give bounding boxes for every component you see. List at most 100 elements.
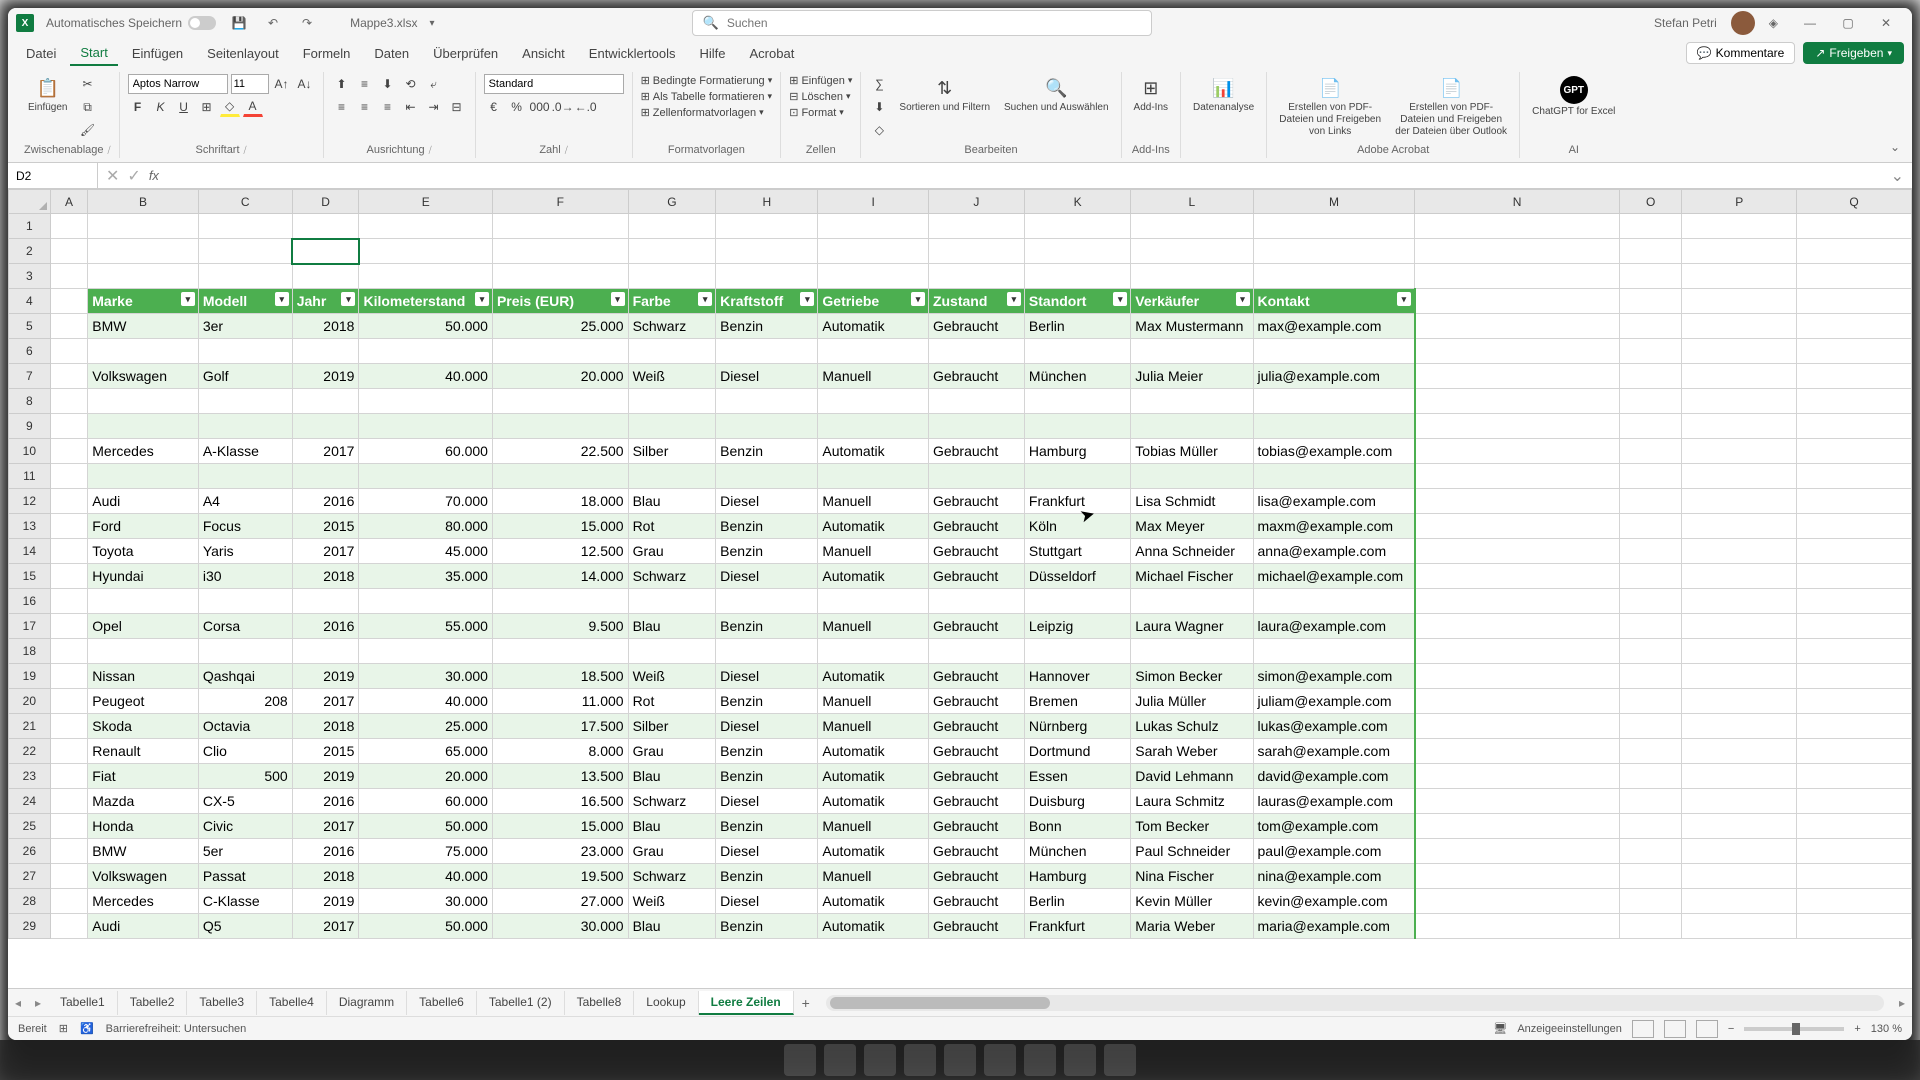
cell[interactable]: München [1024, 839, 1130, 864]
clear-button[interactable]: ◇ [869, 120, 889, 140]
cell[interactable]: Nürnberg [1024, 714, 1130, 739]
cell[interactable] [1797, 364, 1912, 389]
cell[interactable] [1682, 839, 1797, 864]
cell[interactable]: anna@example.com [1253, 539, 1415, 564]
maximize-button[interactable]: ▢ [1830, 10, 1866, 36]
page-layout-button[interactable] [1664, 1020, 1686, 1038]
cell[interactable] [1131, 464, 1253, 489]
cell[interactable] [1415, 914, 1619, 939]
cell[interactable] [1619, 764, 1682, 789]
cell[interactable] [1619, 214, 1682, 239]
cell[interactable] [1619, 464, 1682, 489]
cell[interactable]: Audi [88, 489, 199, 514]
cell[interactable] [1797, 914, 1912, 939]
cell[interactable] [198, 214, 292, 239]
cell[interactable]: Gebraucht [928, 739, 1024, 764]
cell[interactable]: Mazda [88, 789, 199, 814]
cell[interactable] [1415, 389, 1619, 414]
column-header[interactable]: C [198, 190, 292, 214]
cell[interactable] [1797, 639, 1912, 664]
column-header[interactable]: J [928, 190, 1024, 214]
copy-button[interactable]: ⧉ [77, 97, 97, 117]
cell[interactable]: Verkäufer [1131, 289, 1253, 314]
cell[interactable]: Max Meyer [1131, 514, 1253, 539]
cell[interactable] [1797, 389, 1912, 414]
cell[interactable]: Kraftstoff [716, 289, 818, 314]
cell[interactable]: 2017 [292, 439, 359, 464]
cell[interactable]: Gebraucht [928, 614, 1024, 639]
cell[interactable]: Diesel [716, 839, 818, 864]
increase-indent-button[interactable]: ⇥ [424, 97, 444, 117]
decrease-indent-button[interactable]: ⇤ [401, 97, 421, 117]
tab-prev-button[interactable]: ◂ [8, 996, 28, 1010]
cell[interactable] [50, 214, 88, 239]
column-header[interactable]: N [1415, 190, 1619, 214]
cell[interactable] [818, 589, 929, 614]
row-header[interactable]: 11 [9, 464, 51, 489]
cell[interactable]: Diesel [716, 564, 818, 589]
cell[interactable]: lisa@example.com [1253, 489, 1415, 514]
addins-button[interactable]: ⊞Add-Ins [1130, 74, 1172, 116]
cell[interactable]: Automatik [818, 439, 929, 464]
cell[interactable] [292, 639, 359, 664]
cell[interactable] [50, 614, 88, 639]
cell[interactable] [1415, 214, 1619, 239]
cell[interactable] [1619, 314, 1682, 339]
cell[interactable] [198, 339, 292, 364]
cell[interactable]: Volkswagen [88, 364, 199, 389]
cell[interactable] [1619, 489, 1682, 514]
cell[interactable] [492, 339, 628, 364]
cell[interactable] [1024, 264, 1130, 289]
cell[interactable] [716, 589, 818, 614]
cell[interactable]: Berlin [1024, 314, 1130, 339]
name-box[interactable] [8, 163, 98, 188]
cell[interactable] [1253, 639, 1415, 664]
cell[interactable] [1797, 264, 1912, 289]
cell[interactable] [1797, 464, 1912, 489]
cell[interactable] [50, 564, 88, 589]
align-right-button[interactable]: ≡ [378, 97, 398, 117]
cell[interactable]: 2015 [292, 739, 359, 764]
cell[interactable]: Preis (EUR) [492, 289, 628, 314]
cell[interactable]: Automatik [818, 839, 929, 864]
menu-acrobat[interactable]: Acrobat [740, 42, 805, 65]
cell[interactable]: Köln [1024, 514, 1130, 539]
cell[interactable]: 60.000 [359, 439, 493, 464]
column-header[interactable]: D [292, 190, 359, 214]
column-header[interactable]: Q [1797, 190, 1912, 214]
menu-seitenlayout[interactable]: Seitenlayout [197, 42, 289, 65]
cell[interactable]: Benzin [716, 814, 818, 839]
cell[interactable] [1415, 239, 1619, 264]
cell[interactable] [50, 314, 88, 339]
increase-decimal-button[interactable]: .0→ [553, 97, 573, 117]
cell[interactable]: Diesel [716, 489, 818, 514]
cell[interactable]: Toyota [88, 539, 199, 564]
cell[interactable] [1797, 214, 1912, 239]
dialog-launcher-icon[interactable]: ⧸ [244, 145, 247, 156]
align-left-button[interactable]: ≡ [332, 97, 352, 117]
cell[interactable] [716, 639, 818, 664]
sheet-tab[interactable]: Lookup [634, 991, 698, 1015]
row-header[interactable]: 13 [9, 514, 51, 539]
cell[interactable] [628, 464, 716, 489]
cell[interactable]: 208 [198, 689, 292, 714]
cell[interactable]: Sarah Weber [1131, 739, 1253, 764]
cell[interactable]: Blau [628, 814, 716, 839]
cell[interactable] [50, 464, 88, 489]
cell[interactable] [1415, 514, 1619, 539]
cell[interactable]: Kevin Müller [1131, 889, 1253, 914]
cell[interactable]: 40.000 [359, 689, 493, 714]
cell[interactable] [50, 739, 88, 764]
cell[interactable]: München [1024, 364, 1130, 389]
cell[interactable] [1415, 739, 1619, 764]
cell[interactable]: Diesel [716, 664, 818, 689]
row-header[interactable]: 21 [9, 714, 51, 739]
cell[interactable] [1682, 489, 1797, 514]
cell[interactable] [1415, 714, 1619, 739]
cell[interactable]: Qashqai [198, 664, 292, 689]
cell[interactable] [50, 239, 88, 264]
cell[interactable]: Focus [198, 514, 292, 539]
select-all-button[interactable] [9, 190, 51, 214]
cell[interactable]: david@example.com [1253, 764, 1415, 789]
align-bottom-button[interactable]: ⬇ [378, 74, 398, 94]
